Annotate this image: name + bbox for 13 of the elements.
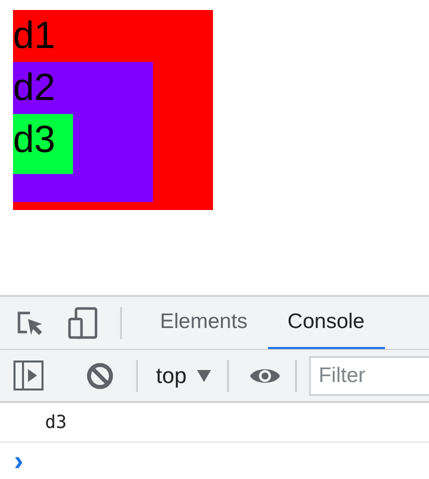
sidebar-toggle-icon[interactable] [13, 360, 44, 391]
clear-icon[interactable] [86, 362, 114, 390]
console-message: d3 [45, 410, 67, 434]
box-label: d2 [13, 66, 56, 111]
inspect-icon[interactable] [16, 309, 44, 337]
device-icon[interactable] [68, 307, 98, 339]
prompt-caret: › [14, 447, 24, 475]
filter-field[interactable]: Filter [308, 356, 429, 396]
box-label: d1 [13, 14, 56, 59]
dropdown-arrow-icon [196, 370, 211, 382]
devtools-tab[interactable]: Elements [140, 297, 268, 349]
context-dropdown[interactable]: top [156, 359, 211, 392]
box-label: d3 [13, 118, 56, 163]
